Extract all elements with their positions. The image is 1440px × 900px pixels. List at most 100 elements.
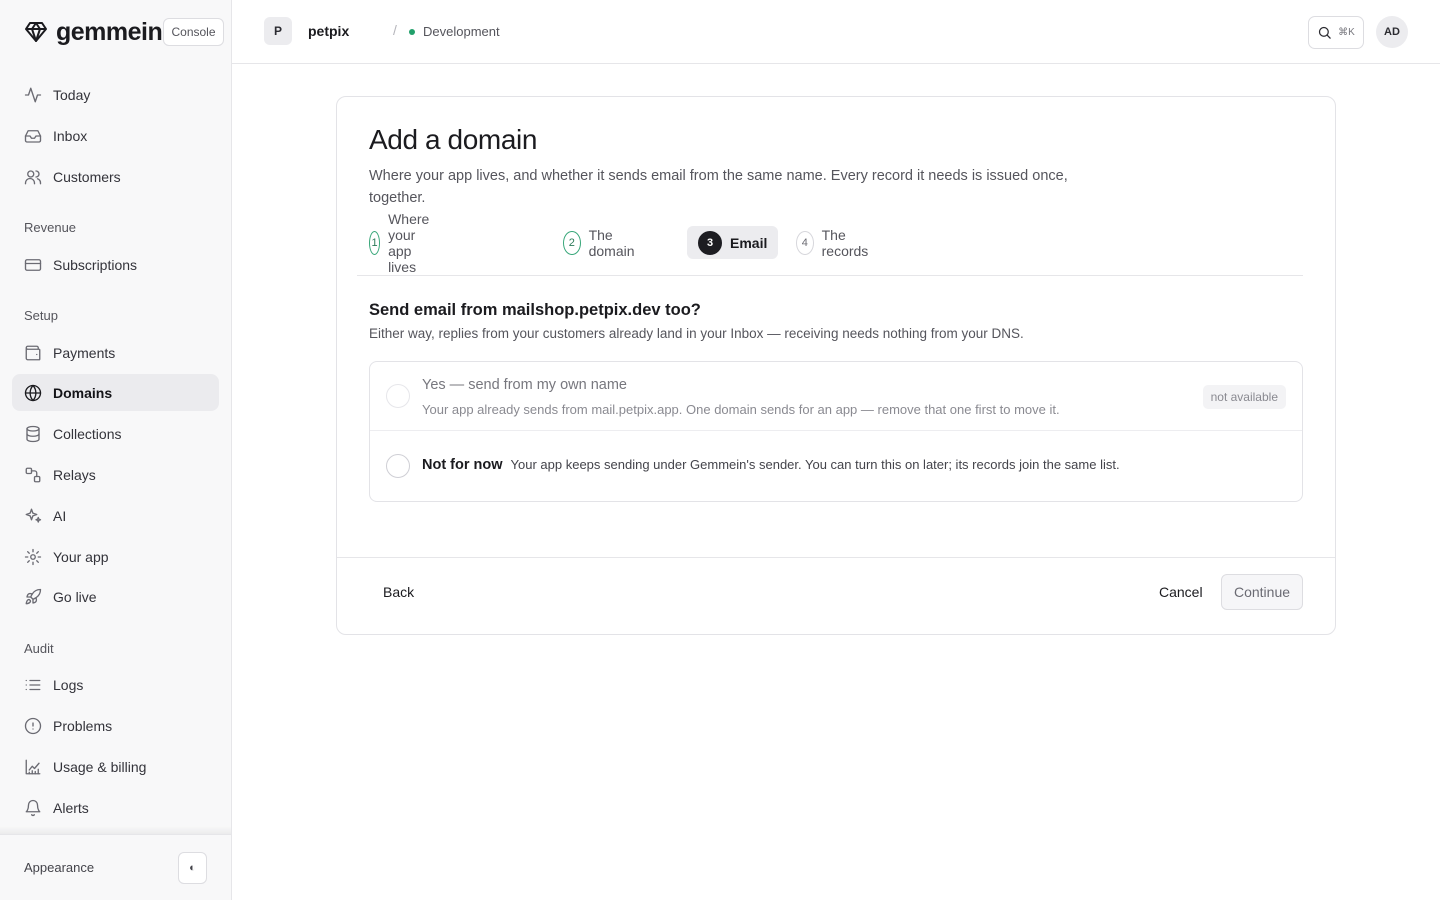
- page-title: Add a domain: [369, 124, 537, 155]
- sidebar-item-relays[interactable]: Relays: [12, 456, 219, 493]
- sidebar-item-label: Problems: [53, 717, 113, 734]
- breadcrumb-separator: /: [393, 22, 397, 38]
- bell-icon: [24, 799, 42, 817]
- sidebar-item-ai[interactable]: AI: [12, 497, 219, 534]
- step-the-domain[interactable]: 2 The domain: [563, 226, 641, 259]
- console-button[interactable]: Console: [163, 18, 224, 46]
- option-label: Yes — send from my own name: [422, 377, 627, 393]
- sidebar-item-alerts[interactable]: Alerts: [12, 789, 219, 826]
- question-title: Send email from mailshop.petpix.dev too?: [369, 301, 701, 319]
- sidebar-item-label: Payments: [53, 344, 116, 361]
- cancel-button[interactable]: Cancel: [1145, 574, 1217, 610]
- search-button[interactable]: ⌘K: [1308, 16, 1364, 49]
- step-number: 4: [796, 230, 814, 255]
- project-avatar[interactable]: P: [264, 17, 292, 45]
- page-description: Where your app lives, and whether it sen…: [369, 168, 1068, 206]
- not-available-badge: not available: [1202, 385, 1286, 409]
- sidebar-item-label: Alerts: [53, 799, 89, 816]
- sidebar-item-subscriptions[interactable]: Subscriptions: [12, 246, 219, 283]
- step-label: The domain: [588, 226, 635, 259]
- credit-card-icon: [24, 256, 42, 274]
- sidebar-scroll-shadow: [0, 826, 231, 834]
- sidebar-item-label: AI: [53, 507, 67, 524]
- environment-switcher[interactable]: Development: [409, 24, 500, 39]
- sidebar-item-collections[interactable]: Collections: [12, 415, 219, 452]
- sidebar-item-payments[interactable]: Payments: [12, 334, 219, 371]
- contrast-icon: ◐: [189, 862, 196, 874]
- gear-icon: [24, 548, 42, 566]
- option-send-own-name: Yes — send from my own name Your app alr…: [370, 362, 1302, 431]
- radio-send-own-name: [386, 384, 410, 408]
- gem-icon: [24, 20, 48, 44]
- sidebar-item-label: Today: [53, 86, 91, 103]
- sidebar-item-domains[interactable]: Domains: [12, 374, 219, 411]
- inbox-icon: [24, 127, 42, 145]
- sidebar-item-label: Logs: [53, 676, 84, 693]
- user-avatar[interactable]: AD: [1376, 16, 1408, 48]
- sidebar-item-label: Subscriptions: [53, 256, 138, 273]
- option-description: Your app keeps sending under Gemmein's s…: [510, 457, 1120, 472]
- option-label: Not for now: [422, 457, 503, 473]
- environment-label: Development: [423, 24, 500, 39]
- brand-logo[interactable]: gemmein: [24, 17, 163, 46]
- sidebar-item-label: Collections: [53, 425, 122, 442]
- sidebar-item-problems[interactable]: Problems: [12, 707, 219, 744]
- add-domain-card: Add a domain Where your app lives, and w…: [336, 96, 1336, 635]
- step-the-records[interactable]: 4 The records: [796, 226, 875, 259]
- sidebar-item-label: Go live: [53, 588, 97, 605]
- step-number: 2: [563, 230, 581, 255]
- chart-icon: [24, 758, 42, 776]
- divider: [357, 275, 1303, 276]
- search-shortcut: ⌘K: [1338, 27, 1355, 38]
- sidebar-item-your-app[interactable]: Your app: [12, 538, 219, 575]
- sidebar-item-label: Customers: [53, 168, 121, 185]
- environment-status-dot: [409, 28, 415, 35]
- step-email[interactable]: 3 Email: [687, 226, 779, 259]
- option-not-for-now[interactable]: Not for now Your app keeps sending under…: [370, 431, 1302, 501]
- route-icon: [24, 466, 42, 484]
- alert-circle-icon: [24, 717, 42, 735]
- section-title-revenue: Revenue: [24, 220, 77, 235]
- step-number: 3: [698, 230, 722, 255]
- sidebar-item-label: Domains: [53, 384, 113, 401]
- search-icon: [1317, 25, 1332, 40]
- section-title-setup: Setup: [24, 308, 58, 323]
- rocket-icon: [24, 588, 42, 606]
- step-number: 1: [369, 230, 381, 255]
- wizard-footer: Back Cancel Continue: [337, 557, 1335, 634]
- radio-not-for-now[interactable]: [386, 454, 410, 478]
- appearance-label: Appearance: [24, 860, 95, 875]
- sidebar-item-label: Your app: [53, 548, 109, 565]
- step-label: The records: [821, 226, 869, 259]
- option-description: Your app already sends from mail.petpix.…: [422, 402, 1060, 417]
- step-label: Email: [730, 234, 768, 251]
- sidebar-item-logs[interactable]: Logs: [12, 666, 219, 703]
- sidebar-item-usage-billing[interactable]: Usage & billing: [12, 748, 219, 785]
- sidebar-footer: Appearance ◐: [0, 834, 231, 900]
- project-switcher[interactable]: petpix: [308, 23, 349, 39]
- back-button[interactable]: Back: [369, 574, 428, 610]
- sidebar-item-label: Relays: [53, 466, 96, 483]
- sidebar-item-customers[interactable]: Customers: [12, 158, 219, 195]
- topbar: P petpix / Development ⌘K AD: [232, 0, 1440, 64]
- users-icon: [24, 168, 42, 186]
- sparkles-icon: [24, 507, 42, 525]
- section-title-audit: Audit: [24, 641, 54, 656]
- globe-icon: [24, 384, 42, 402]
- sidebar-item-today[interactable]: Today: [12, 76, 219, 113]
- brand-name: gemmein: [56, 17, 163, 46]
- list-icon: [24, 676, 42, 694]
- sidebar-item-label: Inbox: [53, 127, 88, 144]
- continue-button[interactable]: Continue: [1221, 574, 1303, 610]
- step-label: Where your app lives: [388, 210, 430, 275]
- theme-toggle-button[interactable]: ◐: [178, 852, 207, 884]
- step-where-app-lives[interactable]: 1 Where your app lives: [369, 211, 442, 275]
- activity-icon: [24, 86, 42, 104]
- sidebar-item-inbox[interactable]: Inbox: [12, 117, 219, 154]
- database-icon: [24, 425, 42, 443]
- sidebar-item-label: Usage & billing: [53, 758, 147, 775]
- question-subtitle: Either way, replies from your customers …: [369, 326, 1024, 341]
- email-options: Yes — send from my own name Your app alr…: [369, 361, 1303, 502]
- wallet-icon: [24, 344, 42, 362]
- sidebar-item-go-live[interactable]: Go live: [12, 578, 219, 615]
